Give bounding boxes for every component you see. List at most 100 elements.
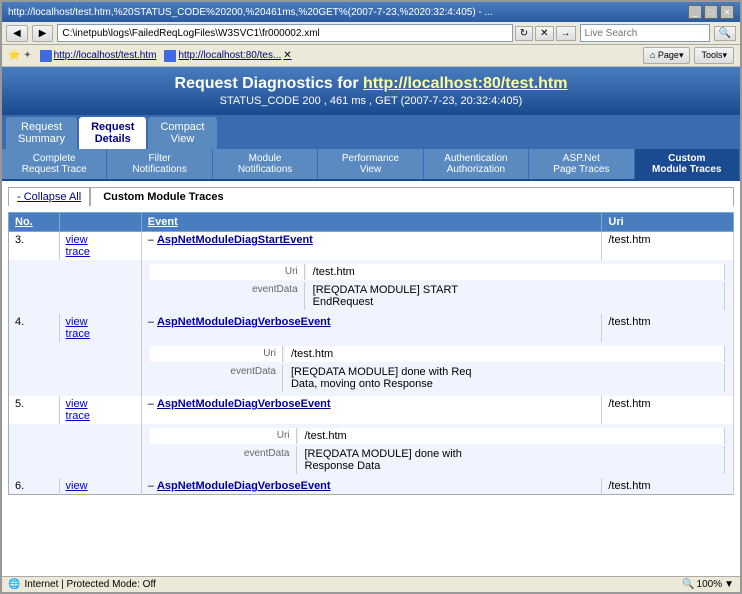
table-row: 5. viewtrace – AspNetModuleDiagVerboseEv… xyxy=(9,396,734,424)
home-button[interactable]: ⌂ Page▾ xyxy=(643,47,690,64)
tab-complete-request-trace[interactable]: Complete Request Trace xyxy=(2,149,107,179)
view-trace-link-6[interactable]: view xyxy=(66,480,88,492)
detail-value: /test.htm xyxy=(307,264,725,280)
view-trace-link-4[interactable]: viewtrace xyxy=(66,316,90,340)
status-bar: 🌐 Internet | Protected Mode: Off 🔍 100% … xyxy=(2,576,740,592)
status-left: 🌐 Internet | Protected Mode: Off xyxy=(8,579,156,590)
col-header-no: No. xyxy=(9,213,60,232)
fav-icon-1 xyxy=(40,50,52,62)
tab-asp-net-page-traces[interactable]: ASP.Net Page Traces xyxy=(529,149,634,179)
zone-text: Internet | Protected Mode: Off xyxy=(24,579,155,590)
fav-item-1[interactable]: http://localhost/test.htm xyxy=(40,50,157,62)
page-header: Request Diagnostics for http://localhost… xyxy=(2,67,740,115)
tabs-row2: Complete Request Trace Filter Notificati… xyxy=(2,149,740,181)
table-row-detail: Uri /test.htm eventData [REQDATA MODULE]… xyxy=(9,424,734,478)
close-button[interactable]: ✕ xyxy=(720,5,734,19)
detail-row: eventData [REQDATA MODULE] done with Req… xyxy=(150,364,725,392)
view-trace-link-3[interactable]: viewtrace xyxy=(66,234,90,258)
tab-request-summary[interactable]: Request Summary xyxy=(6,117,77,149)
fav-icon-2 xyxy=(164,50,176,62)
back-button[interactable]: ◀ xyxy=(6,25,28,42)
row-event: – AspNetModuleDiagVerboseEvent xyxy=(141,478,602,495)
row-viewtrace: view xyxy=(59,478,141,495)
tab-module-notifications[interactable]: Module Notifications xyxy=(213,149,318,179)
search-button[interactable]: 🔍 xyxy=(714,26,736,41)
refresh-button[interactable]: ↻ xyxy=(515,26,533,41)
tab-filter-notifications[interactable]: Filter Notifications xyxy=(107,149,212,179)
zoom-icon: 🔍 xyxy=(682,579,694,590)
trace-table: No. Event Uri 3. viewtrace – AspNetModul… xyxy=(8,212,734,495)
detail-row: Uri /test.htm xyxy=(150,346,725,362)
detail-row: eventData [REQDATA MODULE] done withResp… xyxy=(150,446,725,474)
collapse-bar: - Collapse All Custom Module Traces xyxy=(8,187,734,206)
event-link-4[interactable]: AspNetModuleDiagVerboseEvent xyxy=(157,316,331,328)
tab-auth-authorization[interactable]: Authentication Authorization xyxy=(424,149,529,179)
forward-button[interactable]: ▶ xyxy=(32,25,54,42)
window-controls: _ □ ✕ xyxy=(688,5,734,19)
tools-button[interactable]: Tools▾ xyxy=(694,47,734,64)
title-text: http://localhost/test.htm,%20STATUS_CODE… xyxy=(8,7,688,18)
detail-table-4: Uri /test.htm eventData [REQDATA MODULE]… xyxy=(148,344,727,394)
search-input[interactable] xyxy=(580,24,710,42)
detail-table-5: Uri /test.htm eventData [REQDATA MODULE]… xyxy=(148,426,727,476)
row-viewtrace: viewtrace xyxy=(59,232,141,261)
tab-request-details[interactable]: Request Details xyxy=(79,117,146,149)
detail-label: eventData xyxy=(150,282,305,310)
zoom-box: 🔍 100% ▼ xyxy=(682,579,734,590)
row-no: 4. xyxy=(9,314,60,342)
table-row: 3. viewtrace – AspNetModuleDiagStartEven… xyxy=(9,232,734,261)
event-link-5[interactable]: AspNetModuleDiagVerboseEvent xyxy=(157,398,331,410)
table-row: 4. viewtrace – AspNetModuleDiagVerboseEv… xyxy=(9,314,734,342)
page-url-link[interactable]: http://localhost:80/test.htm xyxy=(363,75,567,92)
close-tab-btn[interactable]: ✕ xyxy=(283,50,291,61)
detail-label: Uri xyxy=(150,264,305,280)
row-uri: /test.htm xyxy=(602,314,734,342)
table-row-detail: Uri /test.htm eventData [REQDATA MODULE]… xyxy=(9,260,734,314)
page-title: Request Diagnostics for http://localhost… xyxy=(10,75,732,93)
detail-label: Uri xyxy=(150,346,283,362)
address-input[interactable] xyxy=(57,24,512,42)
row-uri: /test.htm xyxy=(602,396,734,424)
col-header-uri: Uri xyxy=(602,213,734,232)
go-button[interactable]: → xyxy=(556,26,576,41)
detail-value: [REQDATA MODULE] done withResponse Data xyxy=(299,446,726,474)
detail-row: eventData [REQDATA MODULE] STARTEndReque… xyxy=(150,282,725,310)
stop-button[interactable]: ✕ xyxy=(535,26,553,41)
title-bar: http://localhost/test.htm,%20STATUS_CODE… xyxy=(2,2,740,22)
row-viewtrace: viewtrace xyxy=(59,396,141,424)
col-header-event: Event xyxy=(141,213,602,232)
detail-value: /test.htm xyxy=(285,346,725,362)
zone-icon: 🌐 xyxy=(8,579,20,590)
page-content: Request Diagnostics for http://localhost… xyxy=(2,67,740,576)
detail-label: eventData xyxy=(150,446,297,474)
row-no: 3. xyxy=(9,232,60,261)
tabs-row1: Request Summary Request Details Compact … xyxy=(2,115,740,149)
view-trace-link-5[interactable]: viewtrace xyxy=(66,398,90,422)
tab-compact-view[interactable]: Compact View xyxy=(148,117,216,149)
zoom-dropdown-icon[interactable]: ▼ xyxy=(724,579,734,590)
toolbar: ◀ ▶ ↻ ✕ → 🔍 xyxy=(2,22,740,45)
toolbar-right: ⌂ Page▾ Tools▾ xyxy=(643,47,734,64)
fav-item-2[interactable]: http://localhost:80/tes... ✕ xyxy=(164,50,291,62)
event-link-3[interactable]: AspNetModuleDiagStartEvent xyxy=(157,234,313,246)
detail-value: [REQDATA MODULE] STARTEndRequest xyxy=(307,282,725,310)
tab-performance-view[interactable]: Performance View xyxy=(318,149,423,179)
collapse-all-button[interactable]: - Collapse All xyxy=(8,187,90,206)
maximize-button[interactable]: □ xyxy=(704,5,718,19)
minimize-button[interactable]: _ xyxy=(688,5,702,19)
detail-label: eventData xyxy=(150,364,283,392)
row-no: 6. xyxy=(9,478,60,495)
event-link-6[interactable]: AspNetModuleDiagVerboseEvent xyxy=(157,480,331,492)
favorites-bar: ⭐ ✦ http://localhost/test.htm http://loc… xyxy=(2,45,740,67)
page-subtitle: STATUS_CODE 200 , 461 ms , GET (2007-7-2… xyxy=(10,95,732,107)
zoom-level: 100% xyxy=(697,579,723,590)
row-viewtrace: viewtrace xyxy=(59,314,141,342)
row-uri: /test.htm xyxy=(602,232,734,261)
fav-label: ⭐ ✦ xyxy=(8,50,32,61)
row-event: – AspNetModuleDiagStartEvent xyxy=(141,232,602,261)
row-event: – AspNetModuleDiagVerboseEvent xyxy=(141,396,602,424)
detail-row: Uri /test.htm xyxy=(150,428,725,444)
tab-custom-module-traces[interactable]: Custom Module Traces xyxy=(635,149,740,179)
detail-row: Uri /test.htm xyxy=(150,264,725,280)
detail-table-3: Uri /test.htm eventData [REQDATA MODULE]… xyxy=(148,262,727,312)
